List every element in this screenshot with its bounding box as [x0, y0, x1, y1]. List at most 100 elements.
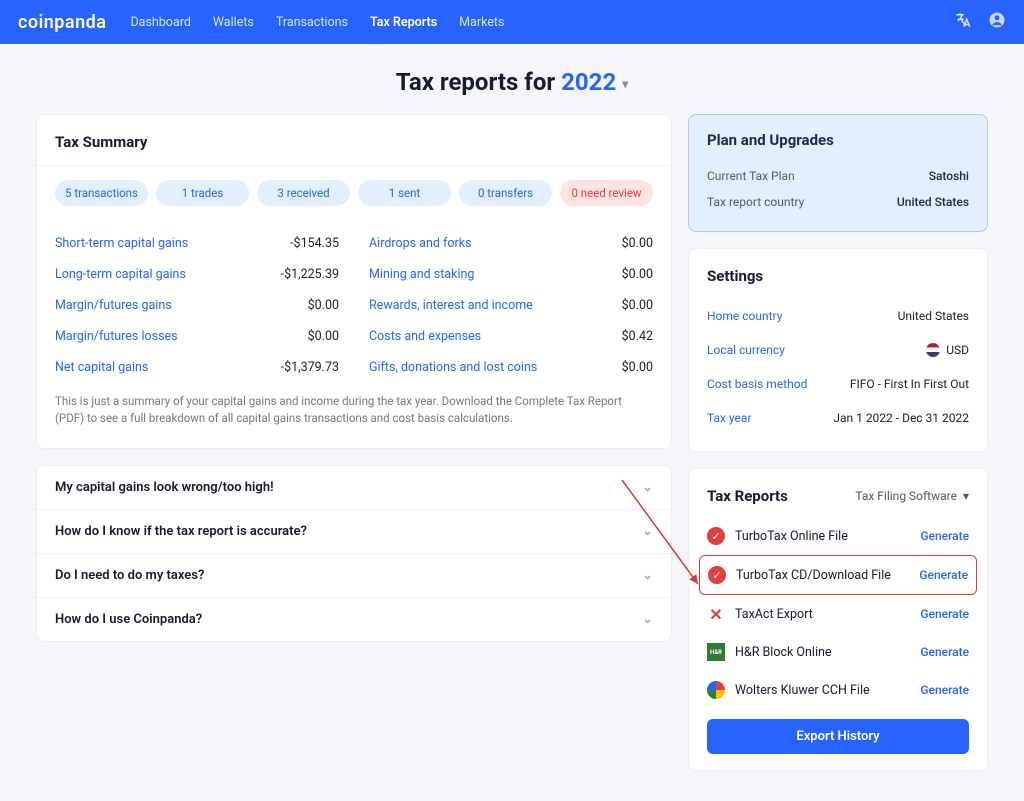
hrblock-icon: H&R [707, 643, 725, 661]
tax-summary-heading: Tax Summary [37, 115, 671, 165]
flag-icon [926, 343, 940, 357]
faq-question: How do I know if the tax report is accur… [55, 524, 307, 539]
plan-row: Current Tax PlanSatoshi [707, 163, 969, 189]
report-item: ✓ TurboTax Online File Generate [707, 517, 969, 555]
summary-row: Margin/futures losses $0.00 [55, 321, 339, 352]
generate-link[interactable]: Generate [920, 645, 969, 659]
logo: coinpanda [18, 12, 106, 33]
page-title: Tax reports for 2022 ▾ [0, 44, 1024, 114]
wolters-kluwer-icon [707, 681, 725, 699]
summary-value: $0.00 [308, 329, 339, 344]
summary-label[interactable]: Gifts, donations and lost coins [369, 360, 537, 375]
report-item: H&R H&R Block Online Generate [707, 633, 969, 671]
summary-pill[interactable]: 1 sent [358, 180, 451, 206]
settings-row: Cost basis methodFIFO - First In First O… [707, 367, 969, 401]
report-item: ✓TurboTax CD/Download FileGenerate [708, 556, 968, 594]
summary-row: Gifts, donations and lost coins $0.00 [369, 352, 653, 383]
chevron-down-icon: ⌄ [642, 612, 653, 627]
summary-value: $0.00 [622, 360, 653, 375]
nav-wallets[interactable]: Wallets [213, 15, 254, 30]
nav-transactions[interactable]: Transactions [276, 15, 348, 30]
faq-item[interactable]: How do I use Coinpanda?⌄ [37, 597, 671, 641]
summary-label[interactable]: Margin/futures losses [55, 329, 178, 344]
summary-label[interactable]: Margin/futures gains [55, 298, 172, 313]
check-circle-icon: ✓ [707, 527, 725, 545]
summary-note: This is just a summary of your capital g… [37, 383, 671, 448]
faq-item[interactable]: My capital gains look wrong/too high! ⌄ [37, 466, 671, 509]
summary-row: Rewards, interest and income $0.00 [369, 290, 653, 321]
summary-value: -$1,225.39 [281, 267, 339, 282]
summary-label[interactable]: Net capital gains [55, 360, 148, 375]
settings-card: Settings Home country United States Local … [688, 248, 988, 452]
nav-markets[interactable]: Markets [459, 15, 504, 30]
settings-heading: Settings [689, 249, 987, 299]
settings-row: Home country United States [707, 299, 969, 333]
nav-tax-reports[interactable]: Tax Reports [370, 15, 437, 30]
summary-row: Net capital gains -$1,379.73 [55, 352, 339, 383]
summary-label[interactable]: Mining and staking [369, 267, 474, 282]
generate-link[interactable]: Generate [920, 607, 969, 621]
faq-question: Do I need to do my taxes? [55, 568, 204, 583]
page-title-prefix: Tax reports for [396, 68, 561, 96]
summary-label[interactable]: Short-term capital gains [55, 236, 188, 251]
topbar-right [954, 11, 1006, 33]
faq-card: My capital gains look wrong/too high!⌄Ho… [36, 465, 672, 642]
summary-row: Costs and expenses$0.42 [369, 321, 653, 352]
reports-filter[interactable]: Tax Filing Software ▾ [855, 489, 969, 503]
year-selector[interactable]: 2022 [561, 68, 616, 96]
topbar: coinpanda Dashboard Wallets Transactions Ta… [0, 0, 1024, 44]
settings-key[interactable]: Home country [707, 309, 782, 323]
summary-label[interactable]: Rewards, interest and income [369, 298, 533, 313]
summary-label[interactable]: Costs and expenses [369, 329, 481, 344]
reports-card: Tax Reports Tax Filing Software ▾ ✓Turbo… [688, 468, 988, 771]
summary-value: -$154.35 [290, 236, 339, 251]
chevron-down-icon: ▾ [963, 489, 969, 503]
settings-row: Tax yearJan 1 2022 - Dec 31 2022 [707, 401, 969, 435]
export-history-button[interactable]: Export History [707, 719, 969, 754]
settings-value: United States [898, 309, 969, 323]
summary-value: $0.00 [622, 298, 653, 313]
account-icon[interactable] [988, 11, 1006, 33]
summary-label[interactable]: Long-term capital gains [55, 267, 186, 282]
summary-pills: 5 transactions 1 trades 3 received 1 sent 0 … [37, 165, 671, 220]
summary-row: Airdrops and forks$0.00 [369, 228, 653, 259]
tax-summary-card: Tax Summary 5 transactions 1 trades 3 rece… [36, 114, 672, 449]
generate-link[interactable]: Generate [919, 568, 968, 582]
report-name: H&R Block Online [735, 645, 832, 660]
report-name: TaxAct Export [735, 607, 813, 622]
summary-label[interactable]: Airdrops and forks [369, 236, 472, 251]
summary-pill[interactable]: 5 transactions [55, 180, 148, 206]
generate-link[interactable]: Generate [920, 529, 969, 543]
report-item: Wolters Kluwer CCH File Generate [707, 671, 969, 709]
plan-card: Plan and Upgrades Current Tax PlanSatosh… [688, 114, 988, 232]
language-icon[interactable] [954, 11, 972, 33]
chevron-down-icon: ⌄ [642, 524, 653, 539]
summary-value: $0.00 [308, 298, 339, 313]
highlighted-report: ✓TurboTax CD/Download FileGenerate [699, 555, 977, 595]
settings-key[interactable]: Tax year [707, 411, 752, 425]
summary-row: Short-term capital gains -$154.35 [55, 228, 339, 259]
settings-key[interactable]: Cost basis method [707, 377, 807, 391]
summary-value: -$1,379.73 [281, 360, 339, 375]
generate-link[interactable]: Generate [920, 683, 969, 697]
settings-row: Local currency USD [707, 333, 969, 367]
nav-dashboard[interactable]: Dashboard [130, 15, 190, 30]
faq-item[interactable]: Do I need to do my taxes?⌄ [37, 553, 671, 597]
settings-key[interactable]: Local currency [707, 343, 785, 357]
chevron-down-icon[interactable]: ▾ [622, 77, 628, 91]
summary-pill[interactable]: 0 transfers [459, 180, 552, 206]
report-item: ✕ TaxAct Export Generate [707, 595, 969, 633]
faq-item[interactable]: How do I know if the tax report is accur… [37, 509, 671, 553]
summary-pill[interactable]: 3 received [257, 180, 350, 206]
summary-pill[interactable]: 0 need review [560, 180, 653, 206]
faq-question: My capital gains look wrong/too high! [55, 480, 274, 495]
check-circle-icon: ✓ [708, 566, 726, 584]
taxact-icon: ✕ [709, 605, 722, 624]
summary-row: Long-term capital gains -$1,225.39 [55, 259, 339, 290]
summary-row: Margin/futures gains $0.00 [55, 290, 339, 321]
settings-value: USD [926, 343, 969, 357]
report-name: TurboTax Online File [735, 529, 848, 544]
chevron-down-icon: ⌄ [642, 480, 653, 495]
report-name: Wolters Kluwer CCH File [735, 683, 870, 698]
summary-pill[interactable]: 1 trades [156, 180, 249, 206]
